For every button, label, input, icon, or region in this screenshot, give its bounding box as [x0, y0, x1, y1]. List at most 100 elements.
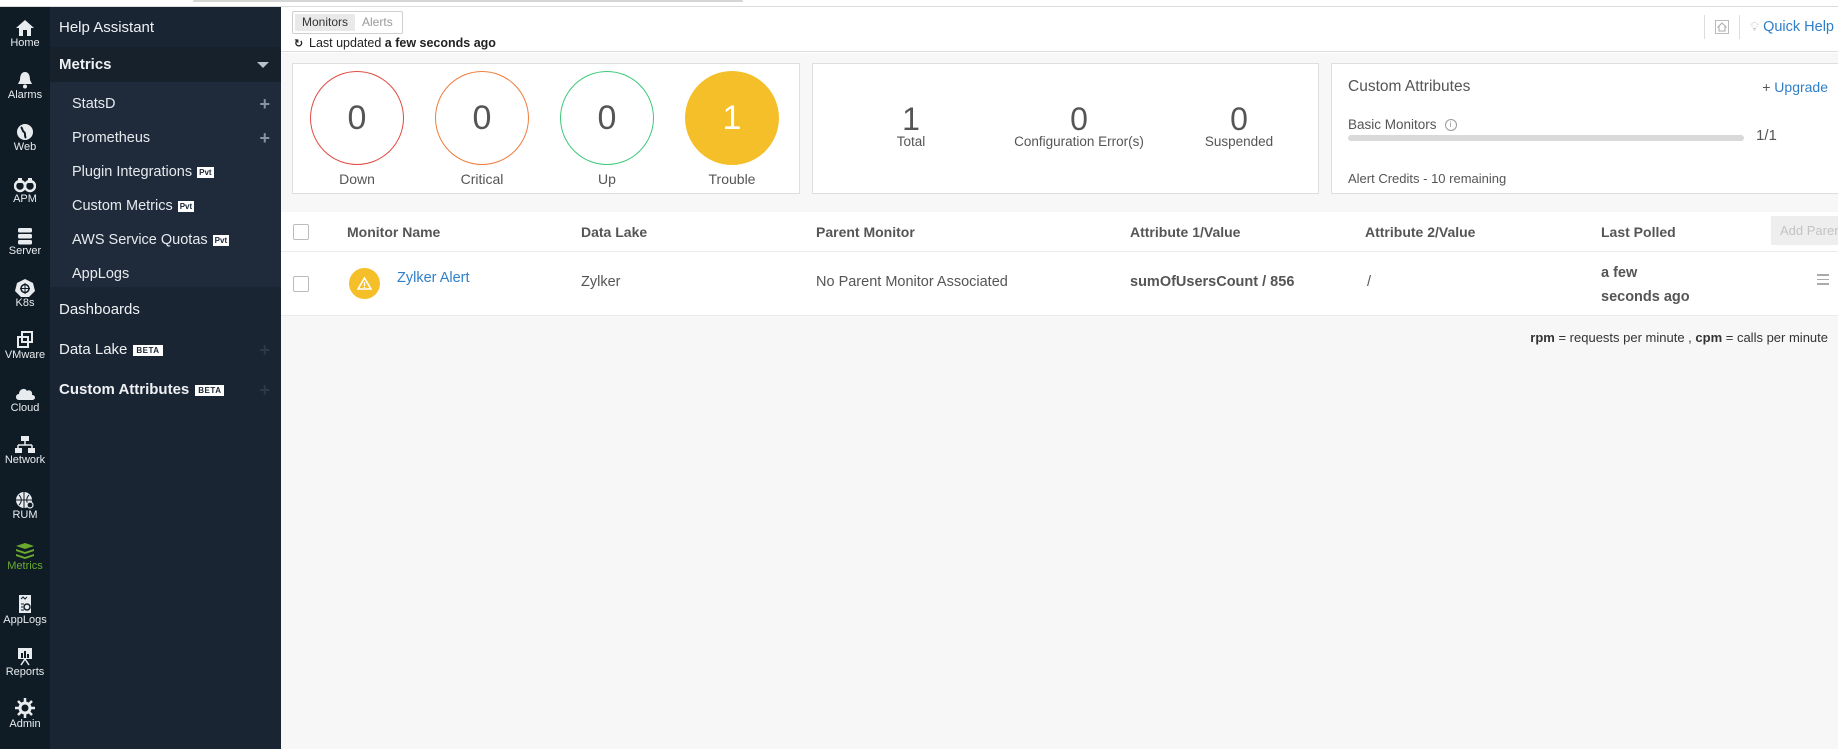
count-label: Configuration Error(s) [1014, 134, 1144, 149]
sidebar-item-help-assistant[interactable]: Help Assistant [50, 16, 281, 40]
rail-item-admin[interactable]: Admin [0, 698, 50, 730]
metrics-submenu: StatsD + Prometheus + Plugin Integration… [50, 82, 281, 287]
count-config-errors[interactable]: 0 Configuration Error(s) [994, 101, 1164, 149]
upgrade-link[interactable]: + Upgrade [1762, 79, 1828, 95]
select-all-checkbox[interactable] [293, 224, 309, 240]
col-monitor-name[interactable]: Monitor Name [347, 224, 440, 240]
network-icon [15, 436, 35, 453]
add-parent-button[interactable]: Add Parent [1771, 216, 1838, 245]
status-label: Up [598, 171, 616, 187]
add-statsd-plus-icon[interactable]: + [259, 89, 270, 119]
tab-alerts[interactable]: Alerts [355, 14, 400, 31]
sidebar-item-data-lake[interactable]: Data Lake BETA + [50, 336, 281, 364]
custom-attributes-title: Custom Attributes [1348, 78, 1471, 95]
rail-item-network[interactable]: Network [0, 436, 50, 466]
sidebar-section-metrics[interactable]: Metrics [50, 47, 281, 82]
sidebar-item-custom-metrics[interactable]: Custom Metrics Pvt [50, 191, 281, 221]
quick-help-link[interactable]: 💡︎ Quick Help [1750, 19, 1838, 35]
rail-item-vmware[interactable]: VMware [0, 331, 50, 361]
status-trouble[interactable]: 1 Trouble [685, 71, 779, 187]
rail-item-applogs[interactable]: AppLogs [0, 594, 50, 626]
rail-item-server[interactable]: Server [0, 227, 50, 257]
col-parent-monitor[interactable]: Parent Monitor [816, 224, 915, 240]
add-custom-attribute-plus-icon[interactable]: + [259, 376, 270, 404]
kubernetes-icon [15, 279, 35, 297]
sidebar-item-dashboards[interactable]: Dashboards [50, 296, 281, 324]
count-value: 1 [902, 101, 920, 137]
sidebar-item-label: Prometheus [72, 130, 151, 146]
row-menu-icon[interactable] [1817, 274, 1829, 288]
rail-item-k8s[interactable]: K8s [0, 279, 50, 309]
col-attribute-2[interactable]: Attribute 2/Value [1365, 224, 1475, 240]
beta-badge: BETA [195, 384, 225, 396]
rail-item-rum[interactable]: RUM [0, 491, 50, 521]
home-outline-icon [1716, 22, 1727, 32]
cell-attribute-2: / [1367, 274, 1372, 290]
sidebar-item-aws-service-quotas[interactable]: AWS Service Quotas Pvt [50, 225, 281, 255]
upgrade-label: Upgrade [1774, 79, 1828, 95]
row-checkbox[interactable] [293, 276, 309, 292]
sidebar-item-label: Plugin Integrations [72, 164, 193, 180]
monitor-name-link[interactable]: Zylker Alert [397, 270, 470, 286]
count-label: Suspended [1204, 134, 1274, 149]
col-data-lake[interactable]: Data Lake [581, 224, 647, 240]
sidebar-item-label: Custom Attributes [59, 381, 190, 398]
status-critical[interactable]: 0 Critical [435, 71, 529, 187]
status-ring: 1 [685, 71, 779, 165]
basic-monitors-progress [1348, 135, 1744, 141]
address-bar-edge [193, 0, 743, 2]
applogs-icon [19, 595, 31, 613]
cpm-abbr: cpm [1695, 330, 1723, 345]
rail-label: VMware [4, 349, 46, 361]
status-label: Critical [460, 171, 504, 187]
status-label: Trouble [708, 171, 756, 187]
home-page-button[interactable] [1714, 20, 1729, 34]
count-total[interactable]: 1 Total [871, 101, 951, 149]
rum-icon [16, 492, 34, 509]
status-up[interactable]: 0 Up [560, 71, 654, 187]
status-label: Down [339, 171, 375, 187]
rail-item-alarms[interactable]: Alarms [0, 71, 50, 101]
rail-item-metrics[interactable]: Metrics [0, 542, 50, 572]
sidebar-item-statsd[interactable]: StatsD + [50, 89, 281, 119]
alert-credits: Alert Credits - 10 remaining [1348, 171, 1507, 186]
tab-monitors[interactable]: Monitors [295, 14, 356, 31]
refresh-icon[interactable]: ↻ [294, 37, 304, 50]
vmware-icon [17, 331, 33, 348]
rail-item-reports[interactable]: Reports [0, 646, 50, 678]
col-attribute-1[interactable]: Attribute 1/Value [1130, 224, 1240, 240]
col-last-polled[interactable]: Last Polled [1601, 224, 1676, 240]
globe-icon [17, 124, 33, 140]
rail-item-cloud[interactable]: Cloud [0, 384, 50, 414]
status-down[interactable]: 0 Down [310, 71, 404, 187]
count-suspended[interactable]: 0 Suspended [1184, 101, 1294, 149]
pvt-badge: Pvt [177, 200, 195, 212]
last-updated-value: a few seconds ago [384, 36, 496, 50]
rail-label: AppLogs [3, 614, 47, 626]
add-prometheus-plus-icon[interactable]: + [259, 123, 270, 153]
rail-item-apm[interactable]: APM [0, 175, 50, 205]
add-data-lake-plus-icon[interactable]: + [259, 336, 270, 364]
home-icon [16, 20, 34, 36]
custom-attributes-card: Custom Attributes + Upgrade Basic Monito… [1331, 63, 1838, 194]
page-header: Monitors Alerts ↻ Last updated a few seco… [281, 7, 1838, 52]
status-ring: 0 [435, 71, 529, 165]
sidebar-item-prometheus[interactable]: Prometheus + [50, 123, 281, 153]
sidebar-item-label: Data Lake [59, 341, 128, 358]
rail-item-web[interactable]: Web [0, 123, 50, 153]
count-value: 0 [1230, 101, 1248, 137]
info-icon[interactable]: i [1444, 119, 1457, 132]
caret-down-icon [257, 62, 269, 68]
server-icon [18, 228, 32, 245]
rail-label: Metrics [7, 560, 43, 572]
trouble-status-icon [349, 268, 380, 299]
monitors-table: Monitor Name Data Lake Parent Monitor At… [281, 212, 1838, 316]
rail-label: RUM [12, 509, 38, 521]
reports-icon [18, 648, 32, 666]
sidebar-item-custom-attributes[interactable]: Custom Attributes BETA + [50, 376, 281, 404]
count-value: 0 [1070, 101, 1088, 137]
rail-item-home[interactable]: Home [0, 19, 50, 49]
icon-rail: Home Alarms Web APM Server K8s VMware Cl… [0, 7, 50, 749]
sidebar-item-applogs[interactable]: AppLogs [50, 259, 281, 289]
sidebar-item-plugin-integrations[interactable]: Plugin Integrations Pvt [50, 157, 281, 187]
